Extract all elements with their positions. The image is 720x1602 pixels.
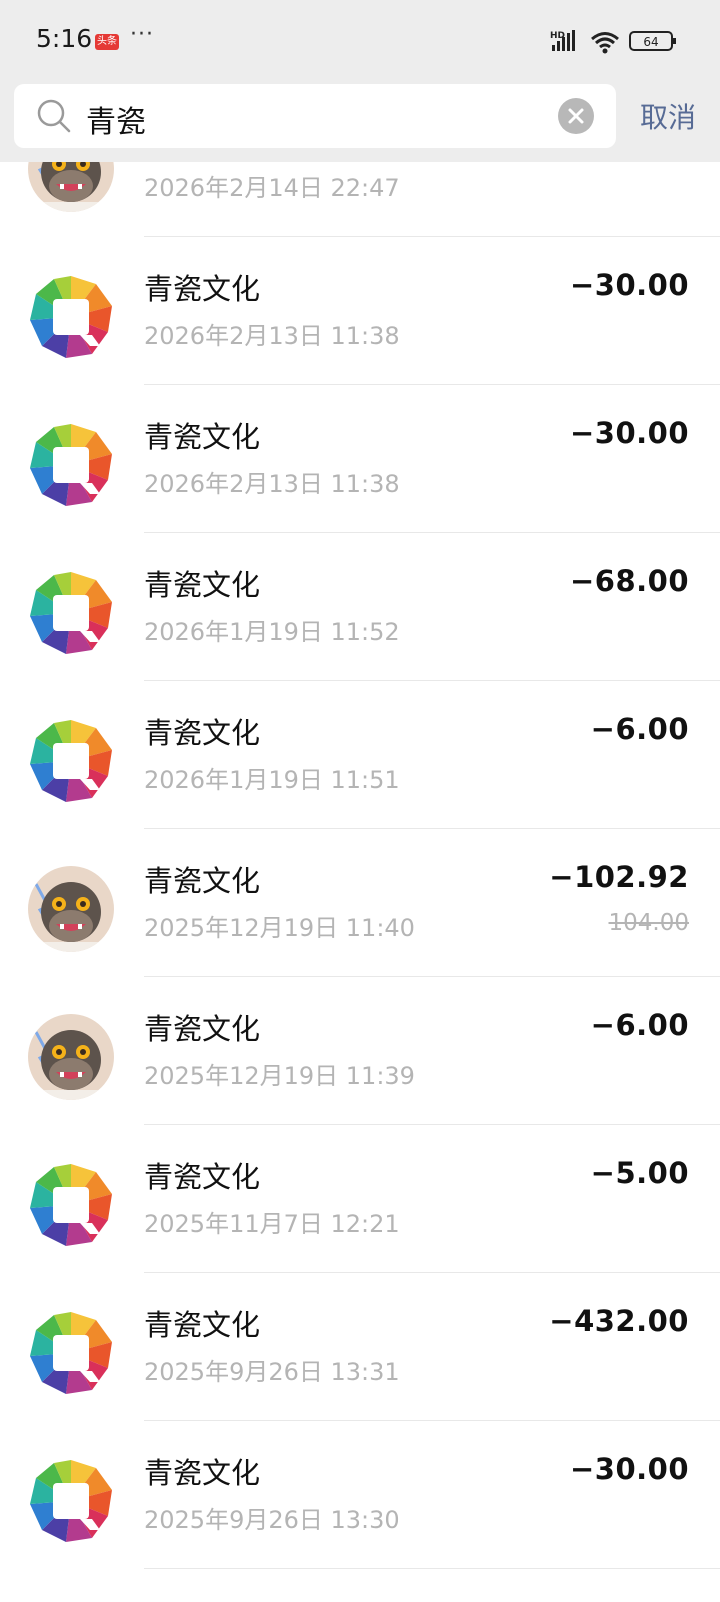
svg-text:64: 64 <box>643 35 658 49</box>
transaction-title: 青瓷文化 <box>144 1308 261 1342</box>
transaction-date: 2025年12月19日 11:40 <box>144 914 415 942</box>
transaction-date: 2025年11月7日 12:21 <box>144 1210 400 1238</box>
user-avatar <box>28 162 114 212</box>
transaction-row[interactable]: 青瓷文化 2025年11月7日 12:21 −5.00 <box>0 1124 720 1275</box>
transaction-title: 青瓷文化 <box>144 568 261 602</box>
transaction-row[interactable]: 青瓷文化 2025年12月19日 11:40 −102.92 104.00 <box>0 828 720 979</box>
transaction-amount: −5.00 <box>590 1156 689 1190</box>
battery-icon: 64 <box>629 31 676 51</box>
transaction-amount: −6.00 <box>590 712 689 746</box>
status-bar: 5:16 头条 ··· HD 64 <box>0 0 720 82</box>
transaction-date: 2026年2月14日 22:47 <box>144 174 400 202</box>
news-app-icon: 头条 <box>95 34 119 50</box>
transaction-date: 2025年9月26日 13:31 <box>144 1358 400 1386</box>
search-bar: 青瓷 取消 <box>0 82 720 162</box>
transaction-date: 2026年1月19日 11:51 <box>144 766 400 794</box>
search-icon <box>37 99 71 133</box>
transaction-row[interactable]: 青瓷文化 2025年9月26日 13:30 −30.00 <box>0 1420 720 1571</box>
transaction-row[interactable]: 青瓷文化 2026年2月13日 11:38 −30.00 <box>0 236 720 387</box>
transaction-row[interactable]: 青瓷文化 2025年9月26日 13:31 −432.00 <box>0 1272 720 1423</box>
merchant-logo-icon <box>28 422 114 508</box>
transaction-amount: −6.00 <box>590 1008 689 1042</box>
transaction-amount: −432.00 <box>549 1304 689 1338</box>
more-notifications-icon: ··· <box>130 22 154 47</box>
transaction-row[interactable]: 青瓷文化 2026年2月13日 11:38 −30.00 <box>0 384 720 535</box>
transaction-amount: −102.92 <box>549 860 689 894</box>
merchant-logo-icon <box>28 1162 114 1248</box>
transaction-title: 青瓷文化 <box>144 864 261 898</box>
transaction-amount: −30.00 <box>569 1452 689 1486</box>
merchant-logo-icon <box>28 570 114 656</box>
transaction-date: 2025年9月26日 13:30 <box>144 1506 400 1534</box>
merchant-logo-icon <box>28 1310 114 1396</box>
transaction-amount: −68.00 <box>569 564 689 598</box>
transaction-row[interactable]: 2026年2月14日 22:47 <box>0 162 720 239</box>
transaction-date: 2026年2月13日 11:38 <box>144 470 400 498</box>
status-time: 5:16 <box>36 24 93 53</box>
transaction-list: 2026年2月14日 22:47 青瓷文化 2026年2月13日 11:38 −30.… <box>0 162 720 1602</box>
user-avatar <box>28 866 114 952</box>
merchant-logo-icon <box>28 1458 114 1544</box>
transaction-title: 青瓷文化 <box>144 716 261 750</box>
transaction-row[interactable]: 青瓷文化 2025年12月19日 11:39 −6.00 <box>0 976 720 1127</box>
transaction-title: 青瓷文化 <box>144 420 261 454</box>
merchant-logo-icon <box>28 718 114 804</box>
clear-icon[interactable] <box>558 98 594 134</box>
transaction-amount: −30.00 <box>569 268 689 302</box>
wifi-icon <box>591 32 619 54</box>
transaction-date: 2026年2月13日 11:38 <box>144 322 400 350</box>
merchant-logo-icon <box>28 274 114 360</box>
user-avatar <box>28 1014 114 1100</box>
transaction-row[interactable]: 青瓷文化 2026年1月19日 11:52 −68.00 <box>0 532 720 683</box>
signal-icon: HD <box>550 30 575 51</box>
cancel-button[interactable]: 取消 <box>640 96 696 136</box>
transaction-title: 青瓷文化 <box>144 1456 261 1490</box>
row-divider <box>144 1568 720 1569</box>
search-input[interactable]: 青瓷 <box>14 84 616 148</box>
transaction-amount: −30.00 <box>569 416 689 450</box>
transaction-row[interactable]: 青瓷文化 2026年1月19日 11:51 −6.00 <box>0 680 720 831</box>
transaction-title: 青瓷文化 <box>144 1160 261 1194</box>
system-icons: HD 64 <box>550 30 676 54</box>
transaction-title: 青瓷文化 <box>144 1012 261 1046</box>
search-query: 青瓷 <box>86 105 146 140</box>
transaction-title: 青瓷文化 <box>144 272 261 306</box>
transaction-date: 2025年12月19日 11:39 <box>144 1062 415 1090</box>
transaction-date: 2026年1月19日 11:52 <box>144 618 400 646</box>
original-price: 104.00 <box>608 910 689 936</box>
